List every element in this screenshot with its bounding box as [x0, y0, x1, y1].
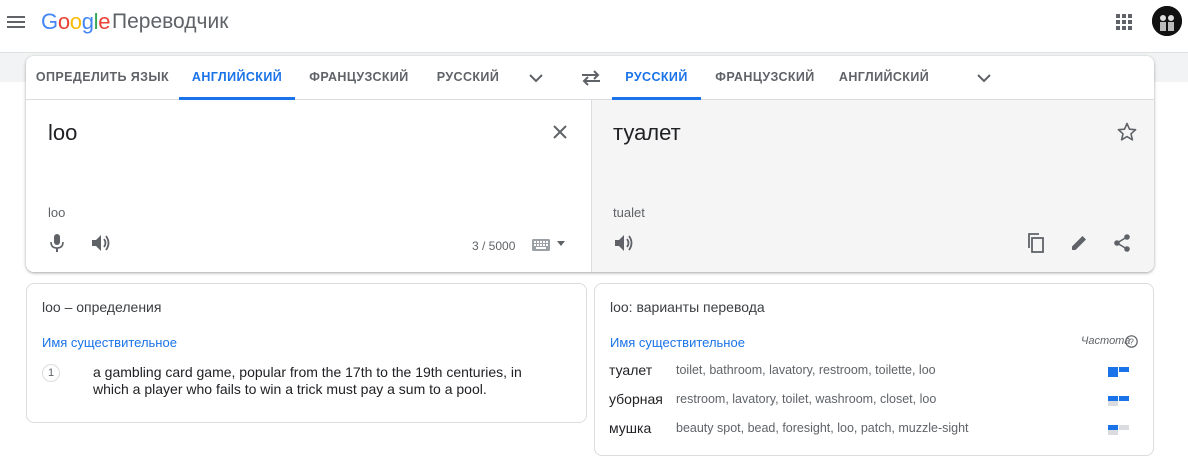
- translation-synonyms: beauty spot, bead, foresight, loo, patch…: [676, 421, 969, 435]
- source-input[interactable]: loo: [48, 120, 77, 146]
- keyboard-icon[interactable]: [532, 239, 550, 251]
- frequency-bar: [1108, 396, 1140, 406]
- edit-translation-pencil-icon[interactable]: [1069, 233, 1089, 253]
- tab-detect-language[interactable]: ОПРЕДЕЛИТЬ ЯЗЫК: [26, 56, 179, 100]
- tab-target-english[interactable]: АНГЛИЙСКИЙ: [829, 56, 939, 100]
- definitions-part-of-speech: Имя существительное: [42, 335, 177, 350]
- definition-number: 1: [42, 364, 60, 382]
- translate-card: ОПРЕДЕЛИТЬ ЯЗЫК АНГЛИЙСКИЙ ФРАНЦУЗСКИЙ Р…: [26, 56, 1154, 272]
- app-name: Переводчик: [112, 10, 229, 33]
- target-pane: туалет tualet: [591, 100, 1154, 272]
- translation-word[interactable]: уборная: [609, 391, 663, 407]
- language-tabs: ОПРЕДЕЛИТЬ ЯЗЫК АНГЛИЙСКИЙ ФРАНЦУЗСКИЙ Р…: [26, 56, 1154, 100]
- tab-source-french[interactable]: ФРАНЦУЗСКИЙ: [295, 56, 423, 100]
- listen-translation-speaker-icon[interactable]: [614, 234, 634, 252]
- target-transliteration: tualet: [613, 205, 645, 220]
- google-logo[interactable]: Google: [41, 9, 110, 35]
- definition-text: a gambling card game, popular from the 1…: [93, 364, 522, 397]
- translation-row[interactable]: мушка beauty spot, bead, foresight, loo,…: [609, 420, 1143, 440]
- translation-synonyms: toilet, bathroom, lavatory, restroom, to…: [676, 363, 936, 377]
- input-tools-caret-icon[interactable]: [557, 241, 565, 247]
- translation-word[interactable]: мушка: [609, 420, 651, 436]
- frequency-help-icon[interactable]: ?: [1125, 335, 1138, 348]
- translations-part-of-speech: Имя существительное: [610, 335, 745, 350]
- share-translation-icon[interactable]: [1112, 233, 1132, 253]
- frequency-bar: [1108, 367, 1140, 377]
- frequency-bar: [1108, 425, 1140, 435]
- definitions-title: loo – определения: [42, 299, 162, 315]
- translation-row[interactable]: туалет toilet, bathroom, lavatory, restr…: [609, 362, 1143, 382]
- clear-source-icon[interactable]: [552, 124, 568, 140]
- copy-translation-icon[interactable]: [1026, 233, 1046, 253]
- microphone-icon[interactable]: [50, 234, 64, 252]
- source-pane: loo loo 3 / 5000: [26, 100, 591, 272]
- tab-target-russian[interactable]: РУССКИЙ: [612, 56, 701, 100]
- target-languages-chevron-down-icon[interactable]: [974, 68, 994, 88]
- frequency-label: Частота: [1081, 335, 1131, 347]
- google-apps-icon[interactable]: [1115, 13, 1133, 31]
- save-translation-star-icon[interactable]: [1117, 122, 1137, 142]
- svg-text:?: ?: [1129, 337, 1134, 347]
- account-avatar[interactable]: [1152, 6, 1182, 36]
- translations-title: loo: варианты перевода: [610, 299, 765, 315]
- listen-source-speaker-icon[interactable]: [91, 234, 111, 252]
- translation-output: туалет: [613, 120, 681, 145]
- translation-synonyms: restroom, lavatory, toilet, washroom, cl…: [676, 392, 937, 406]
- source-languages-chevron-down-icon[interactable]: [526, 68, 546, 88]
- tab-source-english[interactable]: АНГЛИЙСКИЙ: [179, 56, 295, 100]
- character-counter: 3 / 5000: [472, 239, 516, 253]
- tab-source-russian[interactable]: РУССКИЙ: [423, 56, 513, 100]
- translation-word[interactable]: туалет: [609, 362, 652, 378]
- source-transliteration: loo: [48, 205, 66, 220]
- swap-languages-icon[interactable]: [580, 68, 602, 88]
- tab-target-french[interactable]: ФРАНЦУЗСКИЙ: [701, 56, 829, 100]
- top-bar: Google Переводчик: [0, 0, 1188, 48]
- avatar-image-icon: [1152, 6, 1182, 36]
- translation-row[interactable]: уборная restroom, lavatory, toilet, wash…: [609, 391, 1143, 411]
- hamburger-menu-icon[interactable]: [7, 13, 25, 31]
- translations-panel: loo: варианты перевода Имя существительн…: [594, 283, 1154, 456]
- definitions-panel: loo – определения Имя существительное 1 …: [26, 283, 587, 423]
